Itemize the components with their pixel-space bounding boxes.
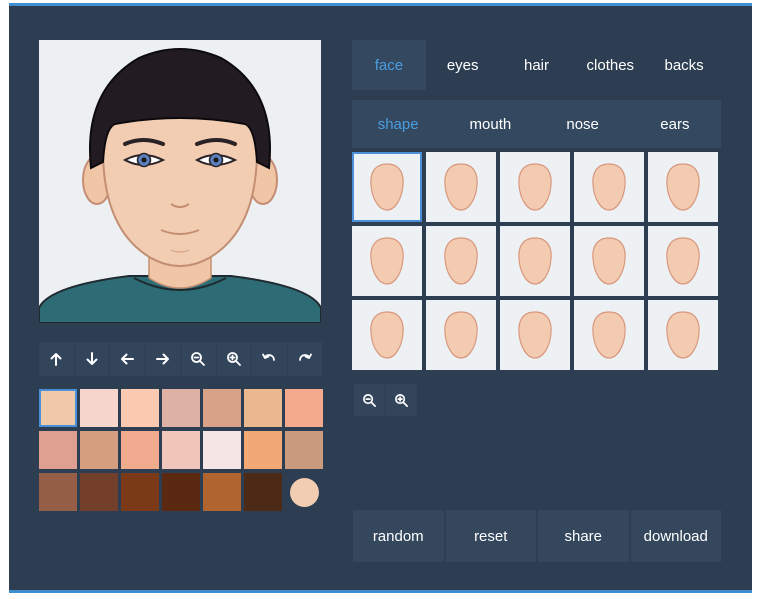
face-shape-icon [518, 163, 552, 211]
zoom-out-button[interactable] [181, 342, 216, 376]
color-swatch[interactable] [80, 473, 118, 511]
avatar-image [39, 48, 321, 323]
arrow-up-icon [48, 351, 64, 367]
face-shape-icon [518, 311, 552, 359]
action-bar: random reset share download [353, 510, 721, 562]
face-shape-option[interactable] [648, 300, 718, 370]
undo-icon [261, 351, 277, 367]
color-swatch[interactable] [121, 431, 159, 469]
tab-face[interactable]: face [352, 40, 426, 90]
random-button[interactable]: random [353, 510, 444, 562]
face-shape-icon [592, 237, 626, 285]
color-swatch[interactable] [203, 389, 241, 427]
face-shape-icon [444, 163, 478, 211]
share-button[interactable]: share [538, 510, 629, 562]
subtab-shape[interactable]: shape [352, 100, 444, 148]
face-shape-option[interactable] [352, 300, 422, 370]
color-swatch[interactable] [244, 473, 282, 511]
face-shape-icon [444, 237, 478, 285]
zoom-out-icon [190, 351, 206, 367]
face-shape-option[interactable] [500, 226, 570, 296]
face-shape-option[interactable] [500, 152, 570, 222]
color-swatch[interactable] [203, 473, 241, 511]
face-shape-option[interactable] [352, 152, 422, 222]
face-shape-option[interactable] [574, 300, 644, 370]
color-swatch[interactable] [121, 389, 159, 427]
move-up-button[interactable] [39, 342, 74, 376]
color-swatch[interactable] [285, 431, 323, 469]
app-frame: face eyes hair clothes backs shape mouth nose e… [9, 3, 752, 593]
face-shape-option[interactable] [648, 152, 718, 222]
undo-button[interactable] [252, 342, 287, 376]
avatar-preview [39, 40, 321, 323]
face-shape-icon [666, 163, 700, 211]
subtab-mouth[interactable]: mouth [444, 100, 536, 148]
face-shape-option[interactable] [426, 152, 496, 222]
color-swatch[interactable] [39, 431, 77, 469]
zoom-in-button[interactable] [216, 342, 251, 376]
shape-zoom-out-button[interactable] [354, 384, 385, 416]
face-shape-icon [370, 163, 404, 211]
move-left-button[interactable] [110, 342, 145, 376]
tab-clothes[interactable]: clothes [573, 40, 647, 90]
color-swatch[interactable] [80, 431, 118, 469]
reset-button[interactable]: reset [445, 510, 536, 562]
zoom-in-icon [394, 393, 409, 408]
color-swatch[interactable] [39, 473, 77, 511]
color-swatch[interactable] [244, 431, 282, 469]
move-down-button[interactable] [74, 342, 109, 376]
subtab-ears[interactable]: ears [629, 100, 721, 148]
tab-backs[interactable]: backs [647, 40, 721, 90]
move-right-button[interactable] [145, 342, 180, 376]
face-shape-icon [370, 311, 404, 359]
face-shape-icon [518, 237, 552, 285]
arrow-down-icon [84, 351, 100, 367]
face-shape-icon [666, 311, 700, 359]
color-swatch[interactable] [121, 473, 159, 511]
color-swatch[interactable] [285, 389, 323, 427]
face-shape-icon [666, 237, 700, 285]
color-swatch[interactable] [162, 473, 200, 511]
arrow-right-icon [155, 351, 171, 367]
face-shape-option[interactable] [426, 226, 496, 296]
color-swatch[interactable] [80, 389, 118, 427]
color-swatch[interactable] [285, 473, 323, 511]
face-subtabs: shape mouth nose ears [352, 100, 721, 148]
face-shape-icon [592, 311, 626, 359]
download-button[interactable]: download [630, 510, 721, 562]
position-toolbar [39, 342, 322, 376]
zoom-out-icon [362, 393, 377, 408]
shape-zoom-in-button[interactable] [386, 384, 417, 416]
redo-button[interactable] [287, 342, 322, 376]
face-shape-grid [352, 152, 722, 374]
face-shape-option[interactable] [574, 152, 644, 222]
tab-eyes[interactable]: eyes [426, 40, 500, 90]
face-shape-option[interactable] [426, 300, 496, 370]
arrow-left-icon [119, 351, 135, 367]
face-shape-option[interactable] [574, 226, 644, 296]
face-shape-option[interactable] [352, 226, 422, 296]
face-shape-icon [444, 311, 478, 359]
color-swatch[interactable] [244, 389, 282, 427]
color-swatch-circle [289, 477, 319, 507]
color-swatch[interactable] [162, 431, 200, 469]
color-swatch[interactable] [39, 389, 77, 427]
subtab-nose[interactable]: nose [537, 100, 629, 148]
color-swatch[interactable] [203, 431, 241, 469]
tab-hair[interactable]: hair [500, 40, 574, 90]
shape-zoom-controls [354, 384, 417, 416]
skin-color-palette [39, 389, 323, 511]
face-shape-icon [370, 237, 404, 285]
face-shape-option[interactable] [648, 226, 718, 296]
face-shape-option[interactable] [500, 300, 570, 370]
zoom-in-icon [226, 351, 242, 367]
redo-icon [297, 351, 313, 367]
face-shape-icon [592, 163, 626, 211]
color-swatch[interactable] [162, 389, 200, 427]
category-tabs: face eyes hair clothes backs [352, 40, 721, 90]
